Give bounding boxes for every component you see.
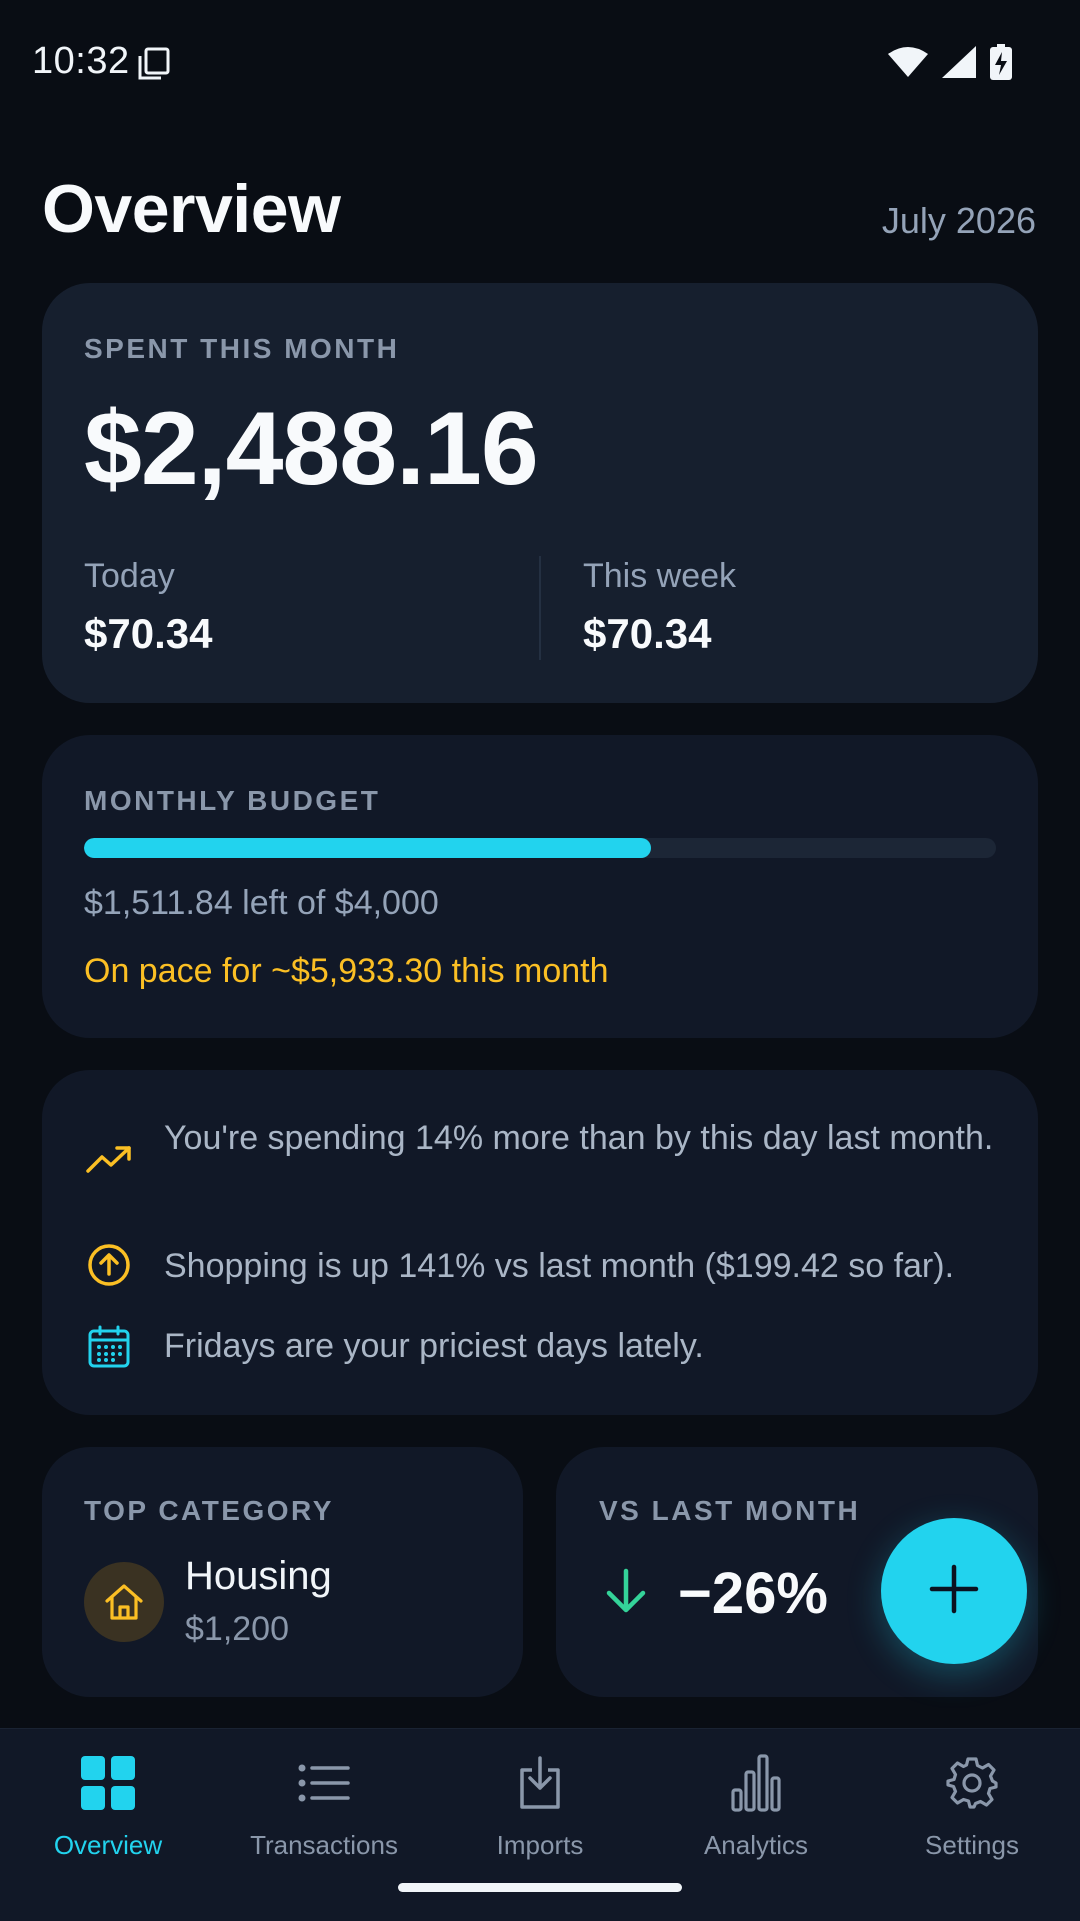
top-category-name: Housing bbox=[185, 1554, 332, 1598]
page-title: Overview bbox=[42, 171, 341, 247]
nav-imports[interactable]: Imports bbox=[432, 1748, 648, 1861]
status-time: 10:32 bbox=[32, 40, 130, 82]
insight-text: Shopping is up 141% vs last month ($199.… bbox=[164, 1247, 955, 1285]
wifi-icon bbox=[888, 46, 928, 83]
add-transaction-button[interactable] bbox=[881, 1518, 1027, 1664]
month-selector[interactable]: July 2026 bbox=[882, 200, 1036, 242]
house-icon bbox=[84, 1562, 164, 1642]
nav-label: Imports bbox=[496, 1830, 584, 1860]
nav-transactions[interactable]: Transactions bbox=[216, 1748, 432, 1861]
bar-chart-icon bbox=[648, 1748, 864, 1818]
status-icons bbox=[888, 44, 1012, 85]
nav-label: Settings bbox=[925, 1830, 1019, 1860]
vs-last-month-value: −26% bbox=[678, 1561, 828, 1626]
screenshot-notification-icon bbox=[137, 47, 171, 86]
nav-analytics[interactable]: Analytics bbox=[648, 1748, 864, 1861]
budget-progress-fill bbox=[84, 838, 652, 858]
nav-label: Overview bbox=[53, 1830, 163, 1860]
nav-settings[interactable]: Settings bbox=[864, 1748, 1080, 1861]
today-label: Today bbox=[84, 557, 175, 595]
budget-pace-text: On pace for ~$5,933.30 this month bbox=[84, 952, 609, 990]
plus-icon bbox=[929, 1564, 979, 1619]
nav-label: Analytics bbox=[703, 1830, 809, 1860]
today-value: $70.34 bbox=[84, 610, 213, 657]
cellular-signal-icon bbox=[942, 46, 976, 83]
grid-icon bbox=[0, 1748, 216, 1818]
card-divider bbox=[539, 556, 541, 660]
arrow-up-circle-icon bbox=[84, 1240, 134, 1290]
nav-overview[interactable]: Overview bbox=[0, 1748, 216, 1861]
list-icon bbox=[216, 1748, 432, 1818]
trending-up-icon bbox=[84, 1134, 134, 1184]
battery-charging-icon bbox=[990, 44, 1012, 85]
insight-text: Fridays are your priciest days lately. bbox=[164, 1327, 704, 1365]
budget-progress-bar bbox=[84, 838, 996, 858]
spent-label: SPENT THIS MONTH bbox=[84, 333, 400, 364]
budget-label: MONTHLY BUDGET bbox=[84, 785, 381, 816]
home-indicator[interactable] bbox=[398, 1883, 682, 1892]
insight-text: You're spending 14% more than by this da… bbox=[164, 1119, 994, 1157]
week-label: This week bbox=[583, 557, 737, 595]
arrow-down-icon bbox=[604, 1568, 648, 1619]
vs-last-month-label: VS LAST MONTH bbox=[599, 1495, 861, 1526]
spent-amount: $2,488.16 bbox=[84, 391, 539, 507]
top-category-amount: $1,200 bbox=[185, 1610, 289, 1648]
gear-icon bbox=[864, 1748, 1080, 1818]
week-value: $70.34 bbox=[583, 610, 712, 657]
top-category-label: TOP CATEGORY bbox=[84, 1495, 334, 1526]
nav-label: Transactions bbox=[250, 1830, 398, 1860]
download-icon bbox=[432, 1748, 648, 1818]
budget-remaining-text: $1,511.84 left of $4,000 bbox=[84, 884, 439, 922]
calendar-icon bbox=[84, 1322, 134, 1372]
